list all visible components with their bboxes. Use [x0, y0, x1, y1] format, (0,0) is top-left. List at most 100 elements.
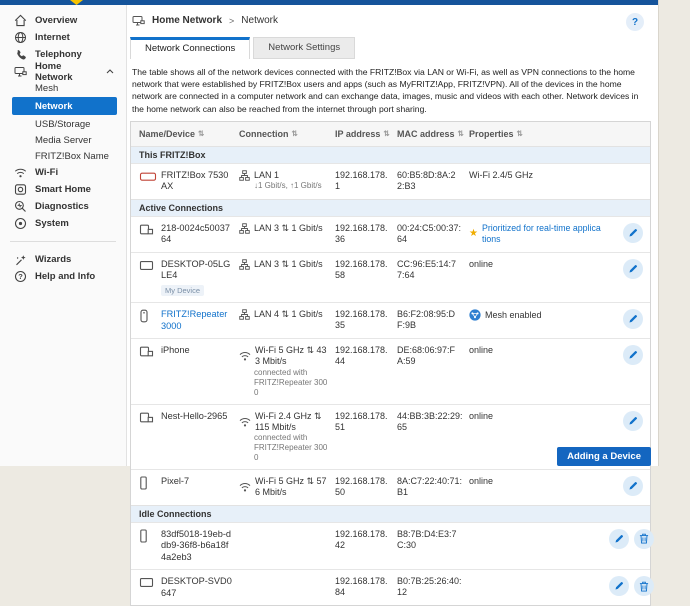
trash-icon — [639, 581, 649, 592]
desktop-device-icon — [139, 576, 154, 589]
pencil-icon — [614, 534, 624, 544]
ip-address-cell: 192.168.178.36 — [335, 222, 388, 245]
edit-button[interactable] — [609, 576, 629, 597]
sidebar-item-system[interactable]: System — [0, 215, 126, 232]
priority-link[interactable]: Prioritized for real-time applications — [482, 223, 603, 245]
sidebar-item-usb-storage[interactable]: USB/Storage — [0, 116, 126, 132]
property-text: online — [469, 258, 494, 269]
row-actions-cell — [609, 222, 650, 243]
mac-address-cell: B6:F2:08:95:DF:9B — [397, 309, 456, 331]
ip-address-cell: 192.168.178.84 — [335, 576, 388, 598]
delete-button[interactable] — [634, 528, 654, 549]
device-table: Name/Device ⇅ Connection ⇅ IP address ⇅ MAC ad… — [130, 120, 654, 606]
sidebar-item-label: Wi-Fi — [35, 167, 59, 178]
pencil-icon — [628, 481, 638, 491]
device-icon-cell — [131, 170, 161, 183]
sort-icon: ⇅ — [383, 129, 390, 139]
sidebar-item-media-server[interactable]: Media Server — [0, 132, 126, 148]
edit-button[interactable] — [623, 222, 643, 243]
connection-subtext: FRITZ!Repeater 3000 — [254, 377, 328, 397]
sidebar-item-label: USB/Storage — [35, 118, 91, 130]
breadcrumb-home-network[interactable]: Home Network — [152, 15, 222, 26]
tab-network-settings[interactable]: Network Settings — [253, 37, 356, 59]
mac-address-cell: B8:7B:D4:E3:7C:30 — [397, 528, 457, 550]
sidebar-item-overview[interactable]: Overview — [0, 12, 126, 29]
mac-address-cell: 60:B5:8D:8A:22:B3 — [397, 169, 456, 192]
pencil-icon — [628, 314, 638, 324]
device-icon-cell — [131, 576, 161, 589]
desktop-device-icon — [139, 259, 154, 272]
properties-cell: ★ Prioritized for real-time applications — [469, 223, 609, 245]
router-device-icon — [139, 170, 157, 183]
home-icon — [14, 14, 27, 27]
pencil-icon — [628, 228, 638, 238]
column-header-name-device[interactable]: Name/Device ⇅ — [131, 129, 239, 139]
sidebar-item-wizards[interactable]: Wizards — [0, 251, 126, 268]
properties-cell: online — [469, 411, 609, 422]
properties-cell: Wi-Fi 2.4/5 GHz — [469, 170, 609, 181]
connection-line: LAN 4 ⇅ 1 Gbit/s — [239, 309, 329, 321]
tab-network-connections[interactable]: Network Connections — [130, 37, 251, 59]
edit-button[interactable] — [623, 309, 643, 330]
column-header-label: IP address — [335, 128, 381, 139]
edit-button[interactable] — [609, 528, 629, 549]
edit-button[interactable] — [623, 258, 643, 279]
edit-button[interactable] — [623, 410, 643, 431]
sidebar-item-wifi[interactable]: Wi-Fi — [0, 164, 126, 181]
sidebar-item-home-network[interactable]: Home Network — [0, 60, 126, 83]
device-name: FRITZ!Box 7530 AX — [161, 169, 229, 192]
sidebar-item-smart-home[interactable]: Smart Home — [0, 181, 126, 198]
property-text: Wi-Fi 2.4/5 GHz — [469, 169, 534, 180]
delete-button[interactable] — [634, 576, 654, 597]
smart-home-icon — [14, 183, 27, 196]
sidebar-item-label: Home Network — [35, 60, 73, 83]
property-line: ★ Prioritized for real-time applications — [469, 223, 603, 245]
my-device-badge: My Device — [161, 284, 205, 297]
chevron-up-icon — [106, 69, 114, 74]
row-actions-cell — [609, 258, 650, 279]
sidebar-item-label: Wizards — [35, 254, 72, 265]
connection-line: Wi-Fi 5 GHz ⇅ 433 Mbit/s — [239, 345, 329, 368]
properties-cell: online — [469, 476, 609, 487]
column-header-label: Connection — [239, 128, 289, 139]
sort-icon: ⇅ — [291, 129, 298, 139]
sidebar-item-internet[interactable]: Internet — [0, 29, 126, 46]
sidebar-item-label: Mesh — [35, 82, 59, 94]
device-name[interactable]: FRITZ!Repeater 3000 — [161, 309, 233, 332]
column-header-ip-address[interactable]: IP address ⇅ — [335, 129, 397, 139]
column-header-mac-address[interactable]: MAC address ⇅ — [397, 129, 469, 139]
table-row: FRITZ!Box 7530 AX LAN 1 ↓1 Gbit/s, ↑1 Gbit… — [131, 162, 650, 199]
ip-address-cell: 192.168.178.58 — [335, 258, 388, 281]
table-row: Pixel-7 Wi-Fi 5 GHz ⇅ 576 Mbit/s 192.168.1… — [131, 469, 650, 505]
edit-button[interactable] — [623, 345, 643, 366]
mesh-enabled-label: Mesh enabled — [485, 309, 542, 320]
connection-text: Wi-Fi 2.4 GHz ⇅ 115 Mbit/s — [255, 410, 322, 432]
sidebar-item-diagnostics[interactable]: Diagnostics — [0, 198, 126, 215]
app-window: Overview Internet Telephony Home Network… — [0, 0, 659, 606]
diagnostics-icon — [14, 200, 27, 213]
lan-icon — [239, 223, 250, 234]
connection-line: Wi-Fi 5 GHz ⇅ 576 Mbit/s — [239, 476, 329, 499]
sidebar-item-network[interactable]: Network — [12, 97, 117, 115]
device-name-cell: iPhone — [161, 345, 239, 357]
sidebar-item-label: Help and Info — [35, 271, 96, 282]
mac-address-cell: 44:BB:3B:22:29:65 — [397, 410, 463, 432]
mesh-icon — [469, 309, 481, 321]
help-button[interactable]: ? — [626, 13, 644, 31]
add-device-button[interactable]: Adding a Device — [557, 447, 651, 466]
mac-address-cell: CC:96:E5:14:77:64 — [397, 258, 457, 281]
table-row: DESKTOP-05LGLE4 My Device LAN 3 ⇅ 1 Gbit/s… — [131, 251, 650, 302]
sidebar-item-label: Diagnostics — [35, 201, 89, 212]
device-name-cell: Pixel-7 — [161, 476, 239, 488]
column-header-connection[interactable]: Connection ⇅ — [239, 129, 335, 139]
row-actions-cell — [609, 576, 661, 597]
svg-text:?: ? — [18, 272, 23, 281]
edit-button[interactable] — [623, 476, 643, 497]
wizard-icon — [14, 253, 27, 266]
device-table-body: This FRITZ!Box FRITZ!Box 7530 AX LAN 1 ↓1 G… — [131, 146, 654, 605]
sidebar-item-fritzbox-name[interactable]: FRITZ!Box Name — [0, 148, 126, 164]
sidebar-item-help[interactable]: ? Help and Info — [0, 268, 126, 285]
mac-address-cell: 8A:C7:22:40:71:B1 — [397, 476, 463, 498]
pencil-icon — [628, 416, 638, 426]
column-header-properties[interactable]: Properties ⇅ — [469, 129, 609, 139]
